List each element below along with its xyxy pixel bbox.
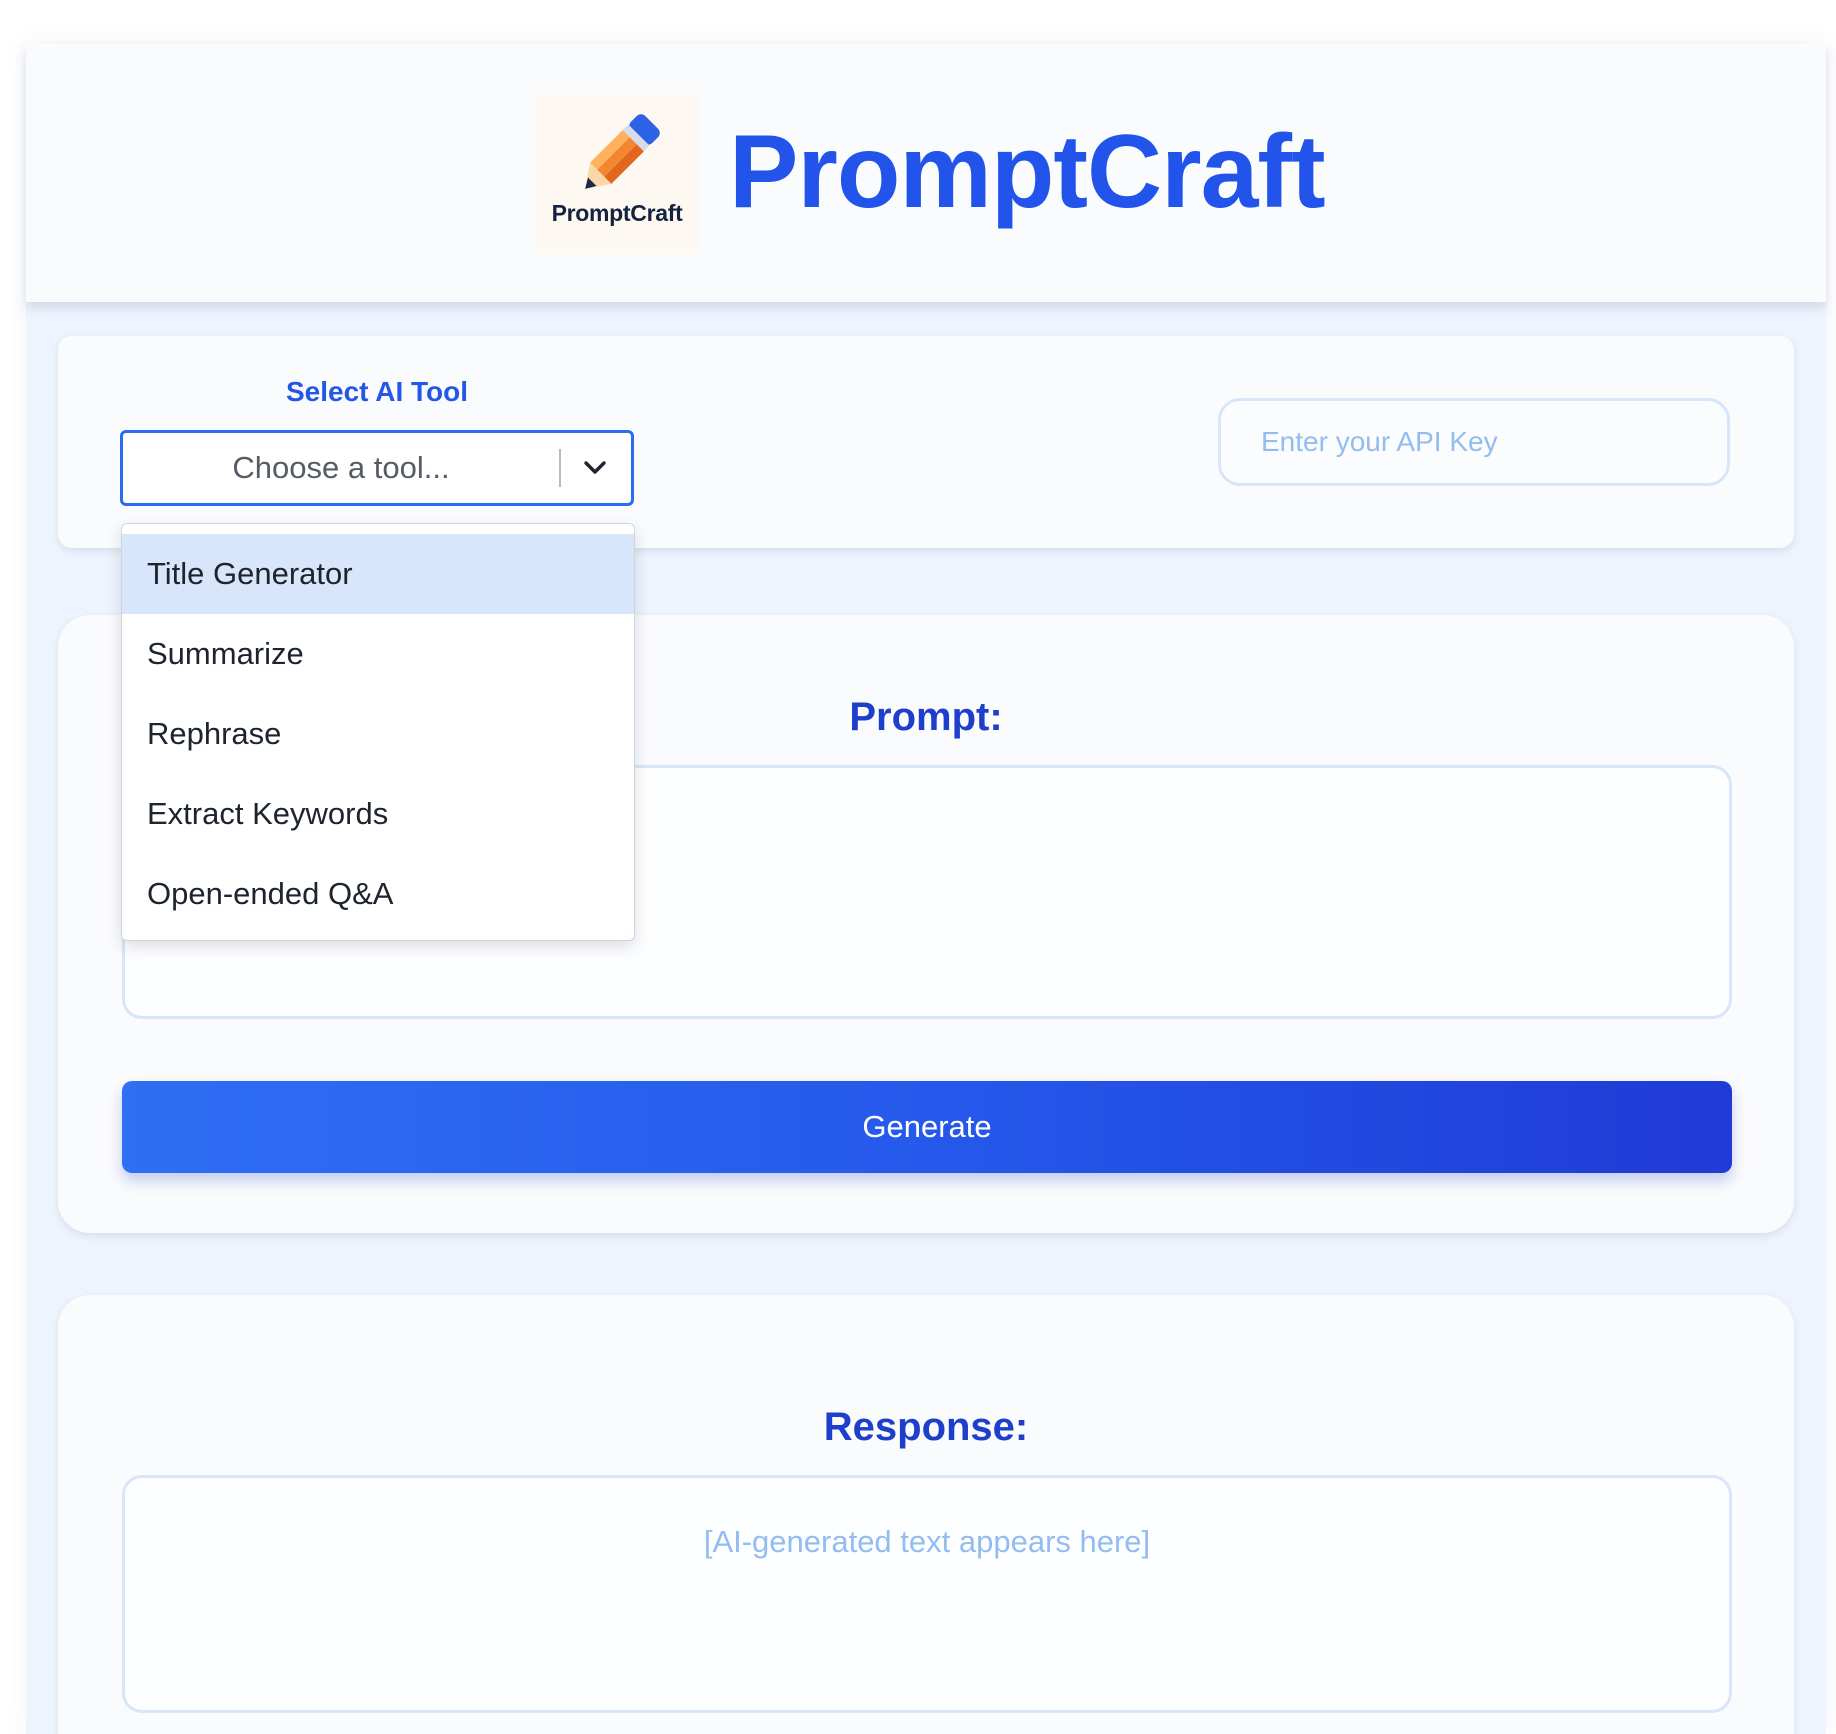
logo: PromptCraft xyxy=(536,94,698,254)
dropdown-option-open-ended-qa[interactable]: Open-ended Q&A xyxy=(122,854,634,934)
dropdown-option-extract-keywords[interactable]: Extract Keywords xyxy=(122,774,634,854)
select-separator xyxy=(559,449,561,487)
tool-dropdown-menu: Title Generator Summarize Rephrase Extra… xyxy=(121,523,635,941)
response-card: Response: [AI-generated text appears her… xyxy=(58,1295,1794,1734)
app-header: PromptCraft PromptCraft xyxy=(26,44,1826,302)
tool-select-value: Choose a tool... xyxy=(232,450,450,485)
page-title: PromptCraft xyxy=(729,114,1326,230)
response-heading: Response: xyxy=(823,1405,1029,1449)
logo-text: PromptCraft xyxy=(551,200,683,226)
dropdown-option-rephrase[interactable]: Rephrase xyxy=(122,694,634,774)
dropdown-option-summarize[interactable]: Summarize xyxy=(122,614,634,694)
generate-button[interactable]: Generate xyxy=(122,1081,1732,1173)
dropdown-option-title-generator[interactable]: Title Generator xyxy=(122,534,634,614)
pencil-icon xyxy=(585,114,660,189)
api-key-input[interactable] xyxy=(1218,398,1730,486)
controls-card: Select AI Tool Choose a tool... xyxy=(58,336,1794,548)
tool-select-label: Select AI Tool xyxy=(285,376,469,407)
tool-select[interactable]: Choose a tool... xyxy=(120,430,634,506)
response-output: [AI-generated text appears here] xyxy=(122,1475,1732,1713)
chevron-down-icon[interactable] xyxy=(583,457,607,479)
response-placeholder: [AI-generated text appears here] xyxy=(703,1524,1151,1559)
